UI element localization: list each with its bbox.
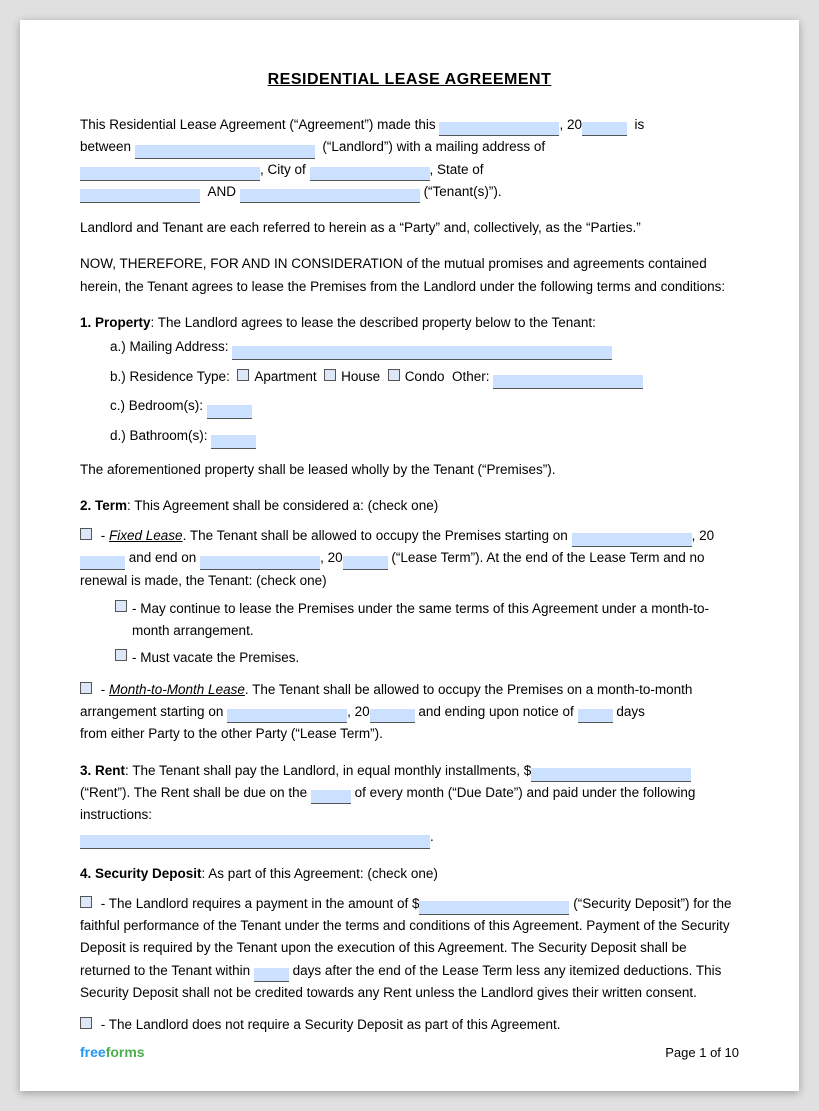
section1-block: 1. Property: The Landlord agrees to leas…: [80, 312, 739, 481]
state-field[interactable]: [80, 189, 200, 203]
section3-heading: 3. Rent: [80, 763, 125, 778]
city-field[interactable]: [310, 167, 430, 181]
condo-checkbox[interactable]: [388, 369, 400, 381]
fixed-lease-label: Fixed Lease: [109, 528, 183, 543]
page-number: Page 1 of 10: [665, 1043, 739, 1063]
fixed-lease-row: - Fixed Lease. The Tenant shall be allow…: [80, 525, 739, 592]
security-required-checkbox[interactable]: [80, 896, 92, 908]
mailing-address-field[interactable]: [232, 346, 612, 360]
sub-b-row: b.) Residence Type: Apartment House Cond…: [110, 364, 739, 390]
section1-heading: 1. Property: [80, 315, 151, 330]
year-field[interactable]: [582, 122, 627, 136]
section2-block: 2. Term: This Agreement shall be conside…: [80, 495, 739, 746]
footer: freeforms Page 1 of 10: [80, 1042, 739, 1063]
section4-heading: 4. Security Deposit: [80, 866, 202, 881]
sub-d-row: d.) Bathroom(s):: [110, 423, 739, 449]
month-label: Month-to-Month Lease: [109, 682, 245, 697]
bedrooms-field[interactable]: [207, 405, 252, 419]
document-page: RESIDENTIAL LEASE AGREEMENT This Residen…: [20, 20, 799, 1091]
intro-line1: This Residential Lease Agreement (“Agree…: [80, 117, 436, 132]
section4-block: 4. Security Deposit: As part of this Agr…: [80, 863, 739, 1037]
end-date-field[interactable]: [200, 556, 320, 570]
start-year-field[interactable]: [80, 556, 125, 570]
security-option1: - The Landlord requires a payment in the…: [80, 893, 739, 1004]
intro-block: This Residential Lease Agreement (“Agree…: [80, 114, 739, 203]
landlord-name-field[interactable]: [135, 145, 315, 159]
month-to-month-row: - Month-to-Month Lease. The Tenant shall…: [80, 679, 739, 746]
document-title: RESIDENTIAL LEASE AGREEMENT: [80, 68, 739, 92]
date-field[interactable]: [439, 122, 559, 136]
start-date-field[interactable]: [572, 533, 692, 547]
return-days-field[interactable]: [254, 968, 289, 982]
tenant-name-field[interactable]: [240, 189, 420, 203]
security-amount-field[interactable]: [419, 901, 569, 915]
month-lease-checkbox[interactable]: [80, 682, 92, 694]
vacate-row: - Must vacate the Premises.: [115, 647, 739, 669]
month-year-field[interactable]: [370, 709, 415, 723]
sub-c-row: c.) Bedroom(s):: [110, 393, 739, 419]
fixed-lease-checkbox[interactable]: [80, 528, 92, 540]
continue-lease-row: - May continue to lease the Premises und…: [115, 598, 739, 643]
no-security-checkbox[interactable]: [80, 1017, 92, 1029]
section1-subitems: a.) Mailing Address: b.) Residence Type:…: [110, 334, 739, 449]
consideration-block: NOW, THEREFORE, FOR AND IN CONSIDERATION…: [80, 253, 739, 298]
apartment-checkbox[interactable]: [237, 369, 249, 381]
free-text: free: [80, 1044, 106, 1060]
bathrooms-field[interactable]: [211, 435, 256, 449]
premises-text: The aforementioned property shall be lea…: [80, 459, 739, 481]
landlord-address-field[interactable]: [80, 167, 260, 181]
other-field[interactable]: [493, 375, 643, 389]
continue-checkbox[interactable]: [115, 600, 127, 612]
house-checkbox[interactable]: [324, 369, 336, 381]
instructions-field[interactable]: [80, 835, 430, 849]
security-option2: - The Landlord does not require a Securi…: [80, 1014, 739, 1036]
due-date-field[interactable]: [311, 790, 351, 804]
notice-days-field[interactable]: [578, 709, 613, 723]
sub-a-row: a.) Mailing Address:: [110, 334, 739, 360]
section2-heading: 2. Term: [80, 498, 127, 513]
lease-end-options: - May continue to lease the Premises und…: [115, 598, 739, 669]
freeforms-logo: freeforms: [80, 1042, 145, 1063]
rent-amount-field[interactable]: [531, 768, 691, 782]
forms-text: forms: [106, 1044, 145, 1060]
month-start-field[interactable]: [227, 709, 347, 723]
section3-block: 3. Rent: The Tenant shall pay the Landlo…: [80, 760, 739, 849]
vacate-checkbox[interactable]: [115, 649, 127, 661]
parties-note: Landlord and Tenant are each referred to…: [80, 217, 739, 239]
end-year-field[interactable]: [343, 556, 388, 570]
